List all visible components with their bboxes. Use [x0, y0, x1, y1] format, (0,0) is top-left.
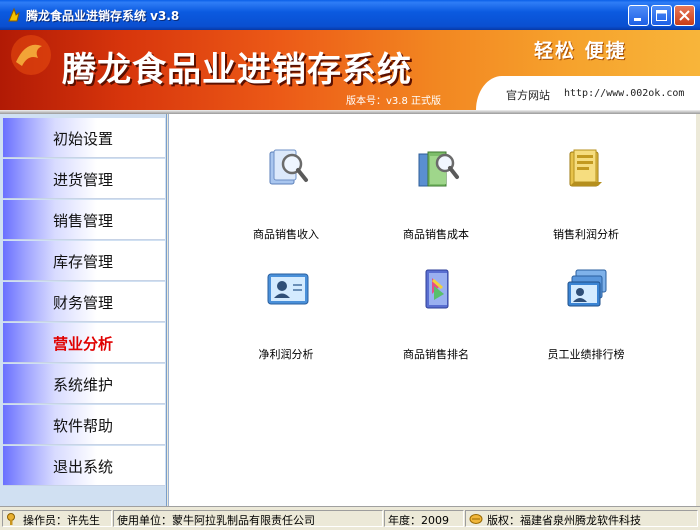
sidebar-item-label: 营业分析 [53, 335, 114, 353]
sidebar-item-help[interactable]: 软件帮助 [3, 405, 165, 445]
tile-label: 净利润分析 [258, 348, 314, 361]
main-panel: 商品销售收入 商品销售成本 销售利润分析 净利润分析 商品销售排名 员工业绩排行… [168, 114, 696, 506]
handshake-icon [469, 514, 483, 524]
sidebar-item-sales[interactable]: 销售管理 [3, 200, 165, 240]
status-bar: 操作员：许先生 使用单位：蒙牛阿拉乳制品有限责任公司 年度：2009 版权：福建… [0, 506, 700, 530]
tile-label: 销售利润分析 [553, 228, 619, 241]
sidebar-item-label: 库存管理 [53, 253, 114, 271]
banner: 腾龙食品业进销存系统 版本号：v3.8 正式版 轻松 便捷 官方网站 http:… [0, 30, 700, 110]
tile-employee-ranking[interactable]: 员工业绩排行榜 [521, 266, 651, 361]
status-operator: 操作员：许先生 [2, 510, 112, 527]
app-window: 腾龙食品业进销存系统 v3.8 腾龙食品业进销存系统 版本号：v3.8 正式版 … [0, 0, 700, 530]
maximize-button[interactable] [651, 5, 672, 26]
sidebar-item-label: 进货管理 [53, 171, 114, 189]
window-title: 腾龙食品业进销存系统 v3.8 [26, 9, 180, 23]
magnifier-document-icon [269, 149, 308, 185]
close-button[interactable] [674, 5, 695, 26]
version-label: 版本号：v3.8 正式版 [346, 96, 441, 107]
sidebar-item-label: 系统维护 [53, 376, 114, 394]
website-panel: 官方网站 http://www.002ok.com [476, 76, 700, 110]
tile-sales-ranking[interactable]: 商品销售排名 [371, 266, 501, 361]
folder-icon [569, 149, 602, 187]
user-cards-stack-icon [567, 269, 607, 307]
tile-sales-cost[interactable]: 商品销售成本 [371, 146, 501, 241]
status-copyright: 版权：福建省泉州腾龙软件科技 [465, 510, 698, 527]
app-icon [8, 7, 20, 22]
magnifier-folder-icon [418, 151, 459, 187]
user-card-icon [267, 273, 309, 305]
tile-profit-analysis[interactable]: 销售利润分析 [521, 146, 651, 241]
tile-sales-revenue[interactable]: 商品销售收入 [221, 146, 351, 241]
sidebar-item-label: 初始设置 [53, 130, 114, 148]
title-bar[interactable]: 腾龙食品业进销存系统 v3.8 [0, 0, 700, 30]
sidebar-item-purchase[interactable]: 进货管理 [3, 159, 165, 199]
dragon-logo-icon [11, 35, 51, 75]
sidebar-item-initial-settings[interactable]: 初始设置 [3, 118, 165, 158]
slogan: 轻松 便捷 [534, 40, 627, 62]
sidebar-item-system-maintenance[interactable]: 系统维护 [3, 364, 165, 404]
sidebar-item-finance[interactable]: 财务管理 [3, 282, 165, 322]
sidebar-item-label: 退出系统 [53, 458, 114, 476]
website-link[interactable]: http://www.002ok.com [564, 88, 684, 99]
sidebar-item-label: 软件帮助 [53, 417, 114, 435]
website-label: 官方网站 [506, 89, 550, 102]
key-icon [7, 513, 15, 525]
book-icon [425, 269, 449, 309]
tile-label: 商品销售收入 [253, 228, 319, 241]
status-unit: 使用单位：蒙牛阿拉乳制品有限责任公司 [113, 510, 383, 527]
minimize-button[interactable] [628, 5, 649, 26]
tile-net-profit[interactable]: 净利润分析 [221, 266, 351, 361]
sidebar-item-inventory[interactable]: 库存管理 [3, 241, 165, 281]
sidebar-item-exit[interactable]: 退出系统 [3, 446, 165, 486]
status-year: 年度：2009 [384, 510, 464, 527]
tile-label: 商品销售排名 [403, 348, 469, 361]
banner-title: 腾龙食品业进销存系统 [62, 50, 412, 90]
tile-label: 商品销售成本 [403, 228, 469, 241]
sidebar: 初始设置 进货管理 销售管理 库存管理 财务管理 营业分析 系统维护 软件帮助 … [0, 114, 167, 506]
close-icon [679, 10, 690, 21]
sidebar-item-label: 销售管理 [53, 212, 114, 230]
minimize-icon [634, 18, 641, 21]
maximize-icon [656, 10, 667, 21]
sidebar-item-label: 财务管理 [53, 294, 114, 312]
sidebar-item-business-analysis[interactable]: 营业分析 [3, 323, 165, 363]
tile-label: 员工业绩排行榜 [547, 348, 625, 361]
